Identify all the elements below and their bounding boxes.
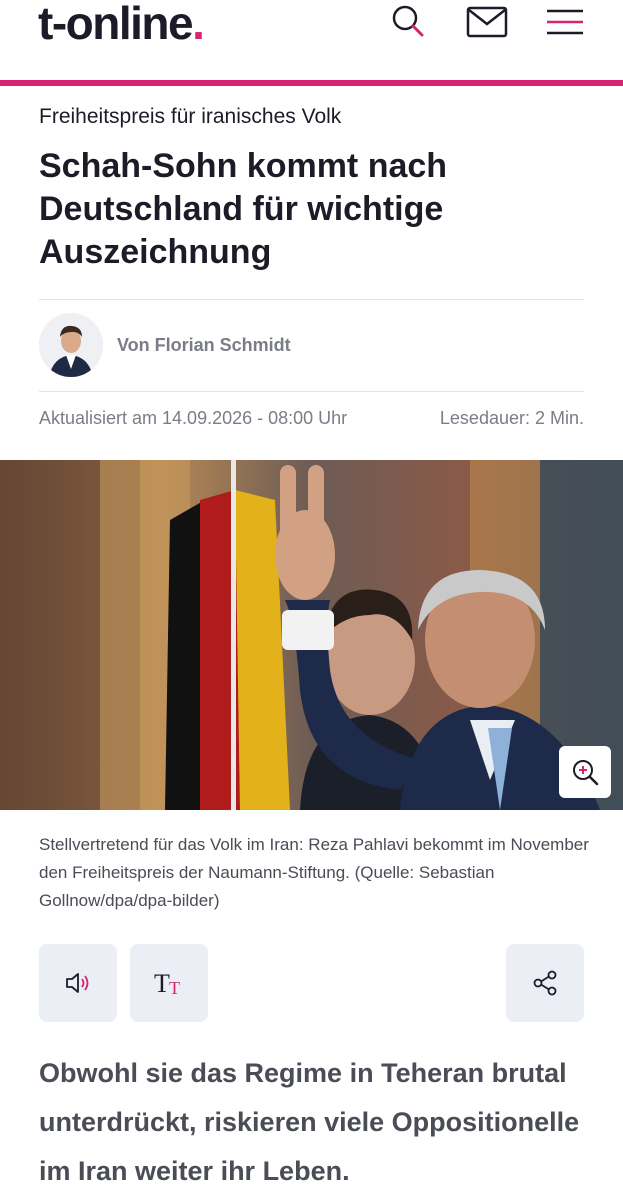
divider <box>39 391 584 392</box>
site-logo[interactable]: t-online. <box>38 0 205 49</box>
text-size-button[interactable]: T T <box>130 944 208 1022</box>
reading-time: Lesedauer: 2 Min. <box>439 408 584 428</box>
search-icon <box>392 5 424 37</box>
updated-timestamp: Aktualisiert am 14.09.2026 - 08:00 Uhr <box>39 408 348 428</box>
svg-text:T: T <box>169 978 180 998</box>
author-name: Von Florian Schmidt <box>117 334 291 355</box>
share-icon <box>533 970 557 996</box>
author-row[interactable]: Von Florian Schmidt <box>39 313 291 377</box>
svg-text:T: T <box>154 969 170 998</box>
article-image[interactable] <box>0 460 623 810</box>
mail-icon <box>466 6 508 38</box>
logo-dot: . <box>192 0 205 49</box>
read-aloud-button[interactable] <box>39 944 117 1022</box>
menu-button[interactable] <box>543 2 587 42</box>
zoom-in-icon <box>573 760 599 786</box>
avatar <box>39 313 103 377</box>
share-button[interactable] <box>506 944 584 1022</box>
newsletter-button[interactable] <box>465 2 509 42</box>
divider <box>39 299 584 300</box>
zoom-button[interactable] <box>559 746 611 798</box>
speaker-icon <box>66 973 89 993</box>
article-kicker: Freiheitspreis für iranisches Volk <box>39 105 342 128</box>
text-size-icon: T T <box>154 969 180 998</box>
article-headline: Schah-Sohn kommt nach Deutschland für wi… <box>39 147 448 271</box>
logo-text: t-online <box>38 0 194 49</box>
site-header: t-online. <box>0 0 623 80</box>
article-lead: Obwohl sie das Regime in Teheran brutal … <box>39 1058 580 1186</box>
menu-icon <box>547 9 583 35</box>
search-button[interactable] <box>387 2 431 42</box>
image-caption: Stellvertretend für das Volk im Iran: Re… <box>39 835 589 910</box>
header-accent-line <box>0 80 623 86</box>
